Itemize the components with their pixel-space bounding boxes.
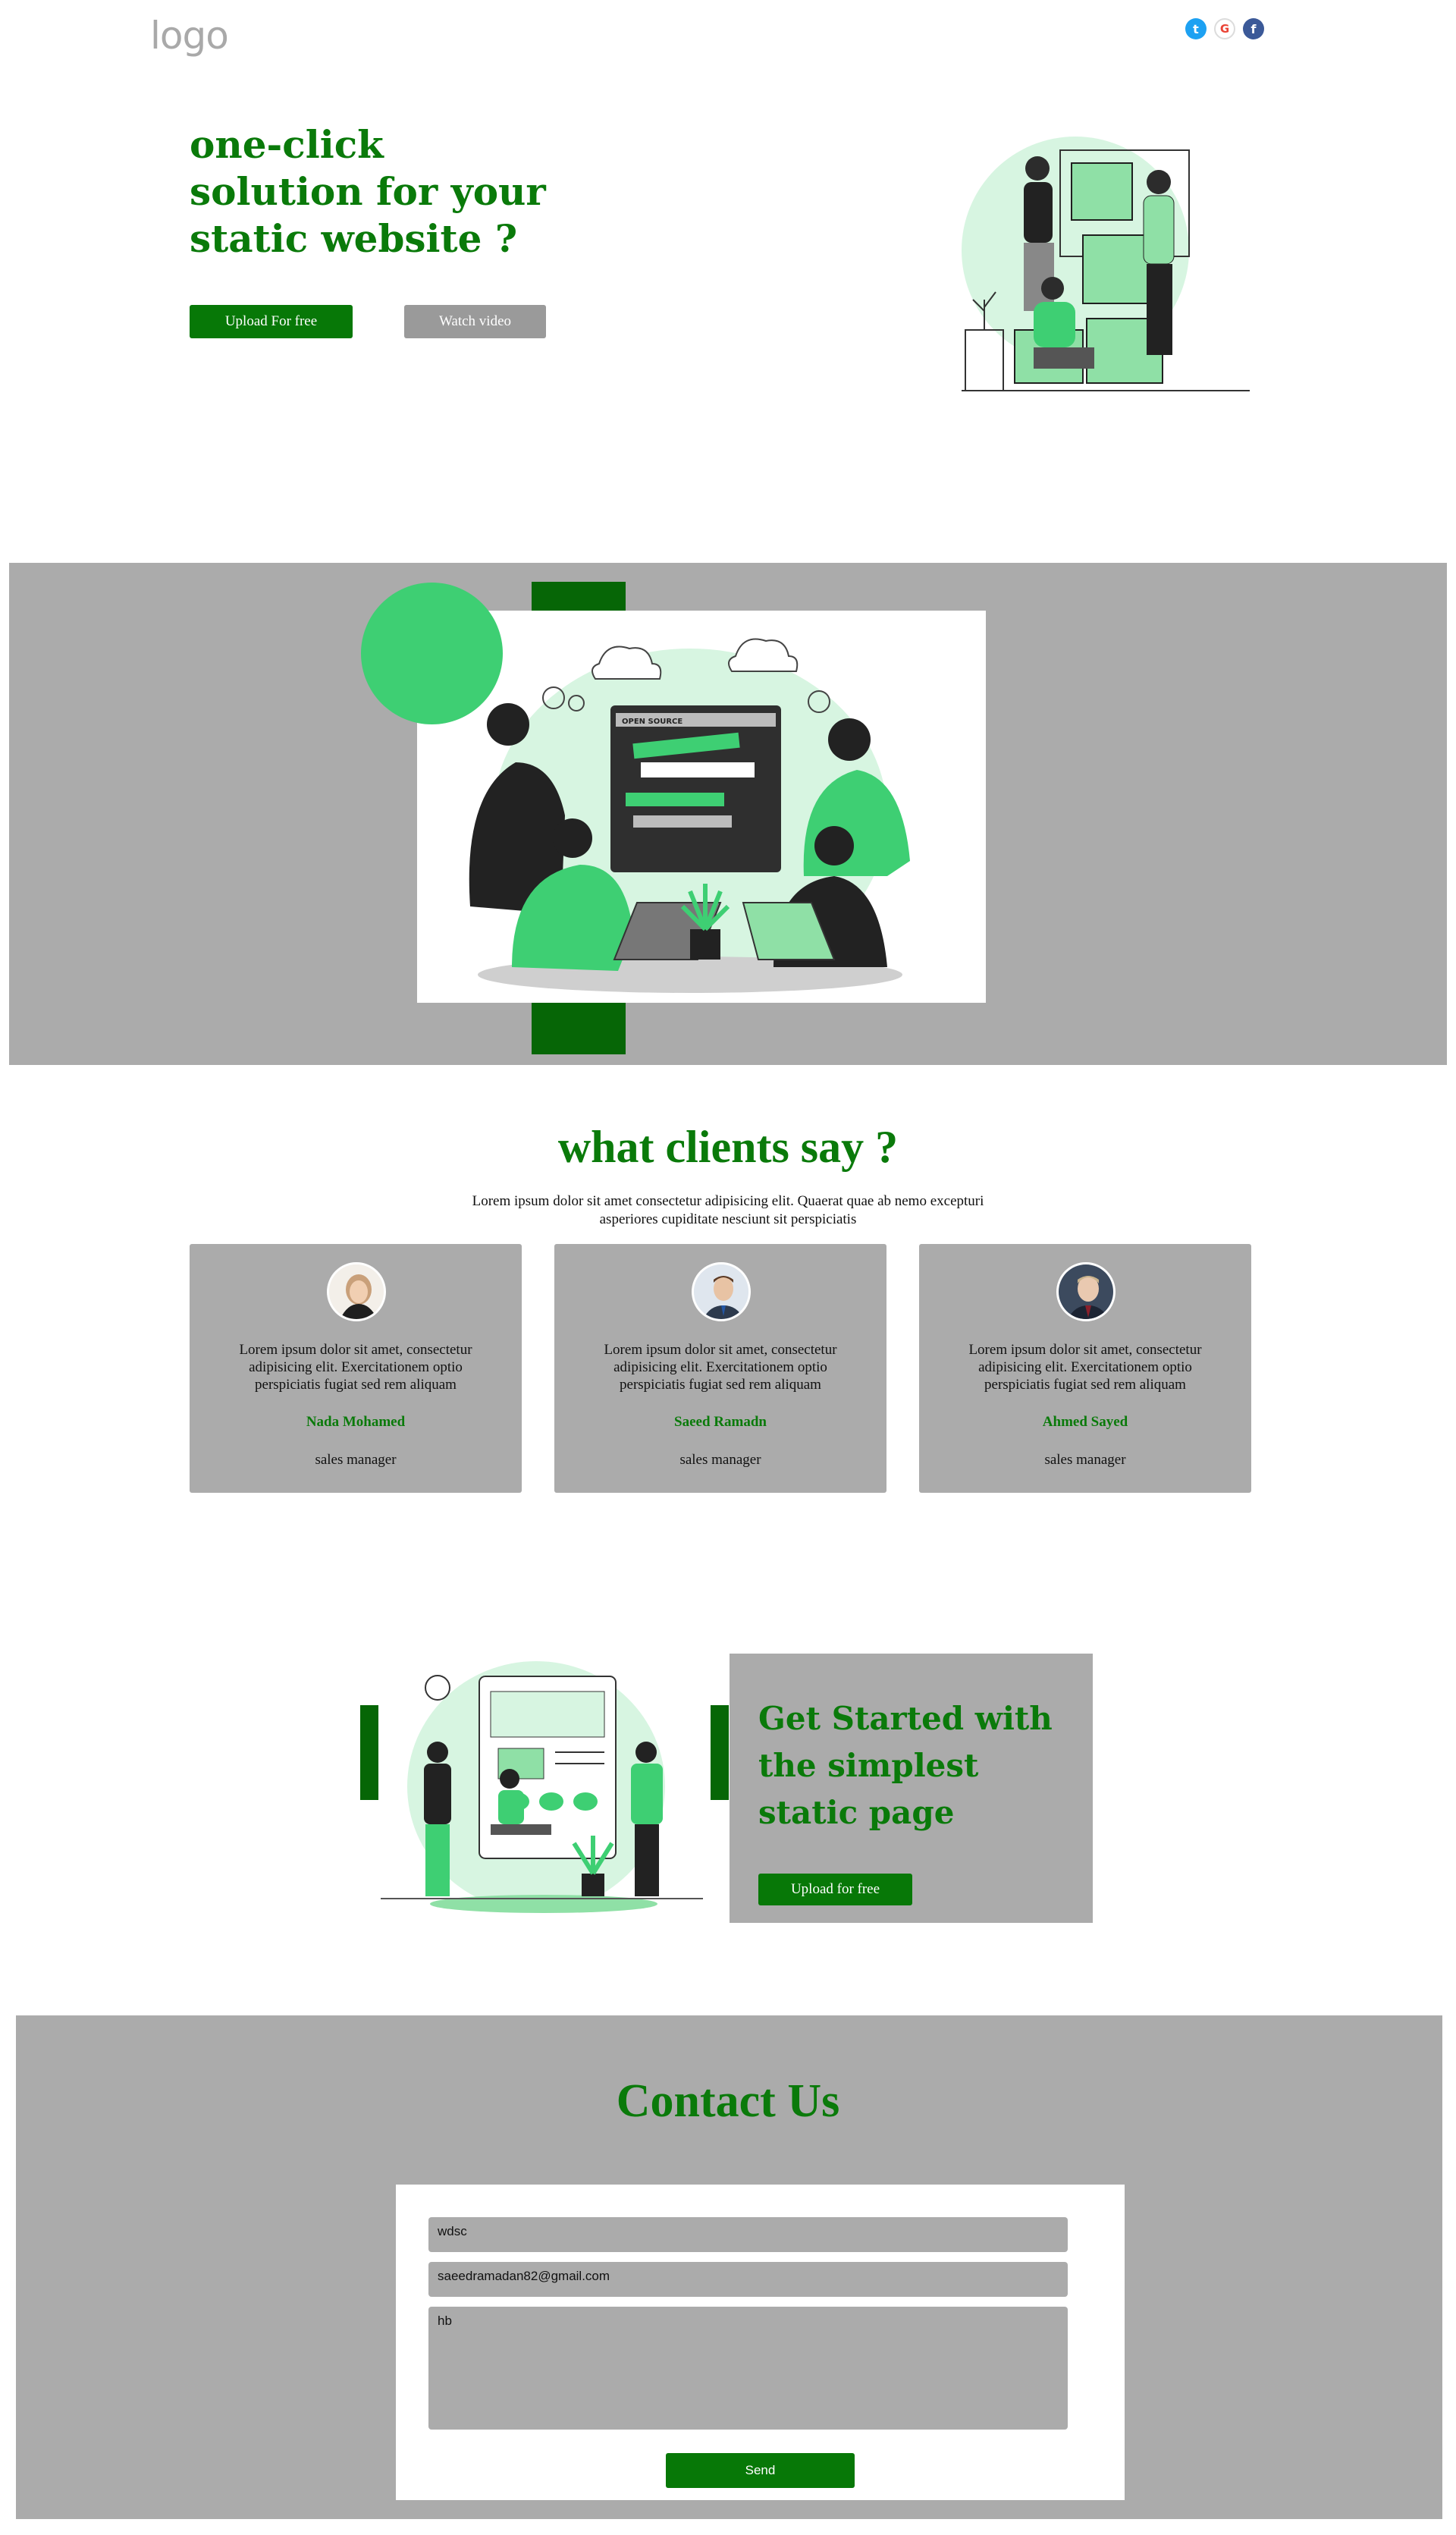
hero-title-line: solution for your bbox=[190, 169, 546, 214]
watch-video-button[interactable]: Watch video bbox=[404, 305, 546, 338]
decor-block-bottom bbox=[532, 1003, 626, 1054]
facebook-icon[interactable]: f bbox=[1243, 18, 1264, 39]
message-field[interactable]: hb bbox=[428, 2307, 1068, 2430]
contact-title: Contact Us bbox=[616, 2075, 840, 2127]
testimonial-text: Lorem ipsum dolor sit amet, consectetur … bbox=[968, 1342, 1202, 1393]
twitter-icon[interactable]: t bbox=[1185, 18, 1207, 39]
email-field[interactable]: saeedramadan82@gmail.com bbox=[428, 2262, 1068, 2297]
testimonial-card: Lorem ipsum dolor sit amet, consectetur … bbox=[190, 1244, 522, 1493]
testimonial-role: sales manager bbox=[679, 1452, 761, 1468]
get-started-title-line: the simplest bbox=[758, 1747, 979, 1784]
get-started-title-line: Get Started with bbox=[758, 1700, 1053, 1737]
name-field[interactable]: wdsc bbox=[428, 2217, 1068, 2252]
testimonial-text: Lorem ipsum dolor sit amet, consectetur … bbox=[239, 1342, 472, 1393]
get-started-illustration bbox=[381, 1661, 703, 1913]
testimonial-name: Saeed Ramadn bbox=[674, 1414, 767, 1430]
testimonial-card: Lorem ipsum dolor sit amet, consectetur … bbox=[554, 1244, 886, 1493]
decor-bar-left bbox=[360, 1705, 378, 1800]
svg-text:OPEN SOURCE: OPEN SOURCE bbox=[622, 718, 682, 726]
testimonial-role: sales manager bbox=[315, 1452, 397, 1468]
hero-illustration bbox=[962, 137, 1250, 391]
get-started-title-line: static page bbox=[758, 1794, 955, 1831]
avatar bbox=[692, 1262, 751, 1321]
testimonial-role: sales manager bbox=[1044, 1452, 1126, 1468]
testimonial-name: Nada Mohamed bbox=[306, 1414, 406, 1430]
decor-block-top bbox=[532, 582, 626, 612]
social-links: t G f bbox=[1185, 18, 1264, 39]
hero-title: one-click solution for your static websi… bbox=[190, 121, 584, 262]
team-illustration: OPEN SOURCE bbox=[469, 638, 910, 993]
testimonials-title: what clients say ? bbox=[557, 1122, 899, 1172]
upload-free-button-secondary[interactable]: Upload for free bbox=[758, 1874, 912, 1905]
get-started-title: Get Started with the simplest static pag… bbox=[758, 1695, 1077, 1836]
testimonial-card: Lorem ipsum dolor sit amet, consectetur … bbox=[919, 1244, 1251, 1493]
testimonial-name: Ahmed Sayed bbox=[1042, 1414, 1128, 1430]
avatar bbox=[327, 1262, 386, 1321]
hero-title-line: static website ? bbox=[190, 216, 518, 261]
hero-title-line: one-click bbox=[190, 122, 384, 167]
google-icon[interactable]: G bbox=[1214, 18, 1235, 39]
avatar bbox=[1056, 1262, 1116, 1321]
logo[interactable]: logo bbox=[150, 14, 229, 58]
testimonial-text: Lorem ipsum dolor sit amet, consectetur … bbox=[604, 1342, 837, 1393]
send-button[interactable]: Send bbox=[666, 2453, 855, 2488]
decor-bar-right bbox=[711, 1705, 729, 1800]
upload-free-button[interactable]: Upload For free bbox=[190, 305, 353, 338]
testimonials-subtitle: Lorem ipsum dolor sit amet consectetur a… bbox=[472, 1193, 984, 1227]
